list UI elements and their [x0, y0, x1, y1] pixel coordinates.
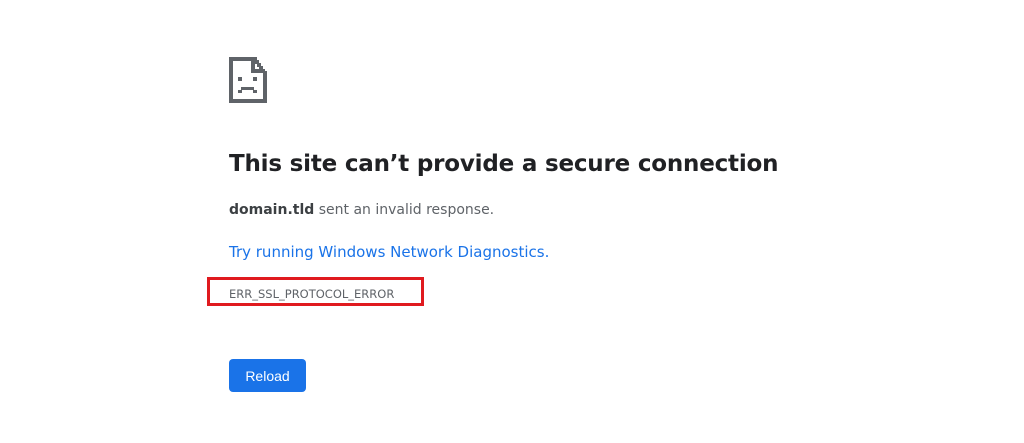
error-page-container: This site can’t provide a secure connect… — [207, 0, 789, 443]
reload-button[interactable]: Reload — [229, 359, 306, 392]
sad-page-icon — [229, 57, 267, 103]
error-summary-text: sent an invalid response. — [314, 202, 495, 218]
network-diagnostics-link[interactable]: Try running Windows Network Diagnostics. — [229, 243, 549, 261]
error-code: ERR_SSL_PROTOCOL_ERROR — [229, 287, 395, 301]
site-domain: domain.tld — [229, 202, 315, 218]
error-heading: This site can’t provide a secure connect… — [229, 151, 779, 177]
error-summary: domain.tld sent an invalid response. — [229, 202, 494, 218]
